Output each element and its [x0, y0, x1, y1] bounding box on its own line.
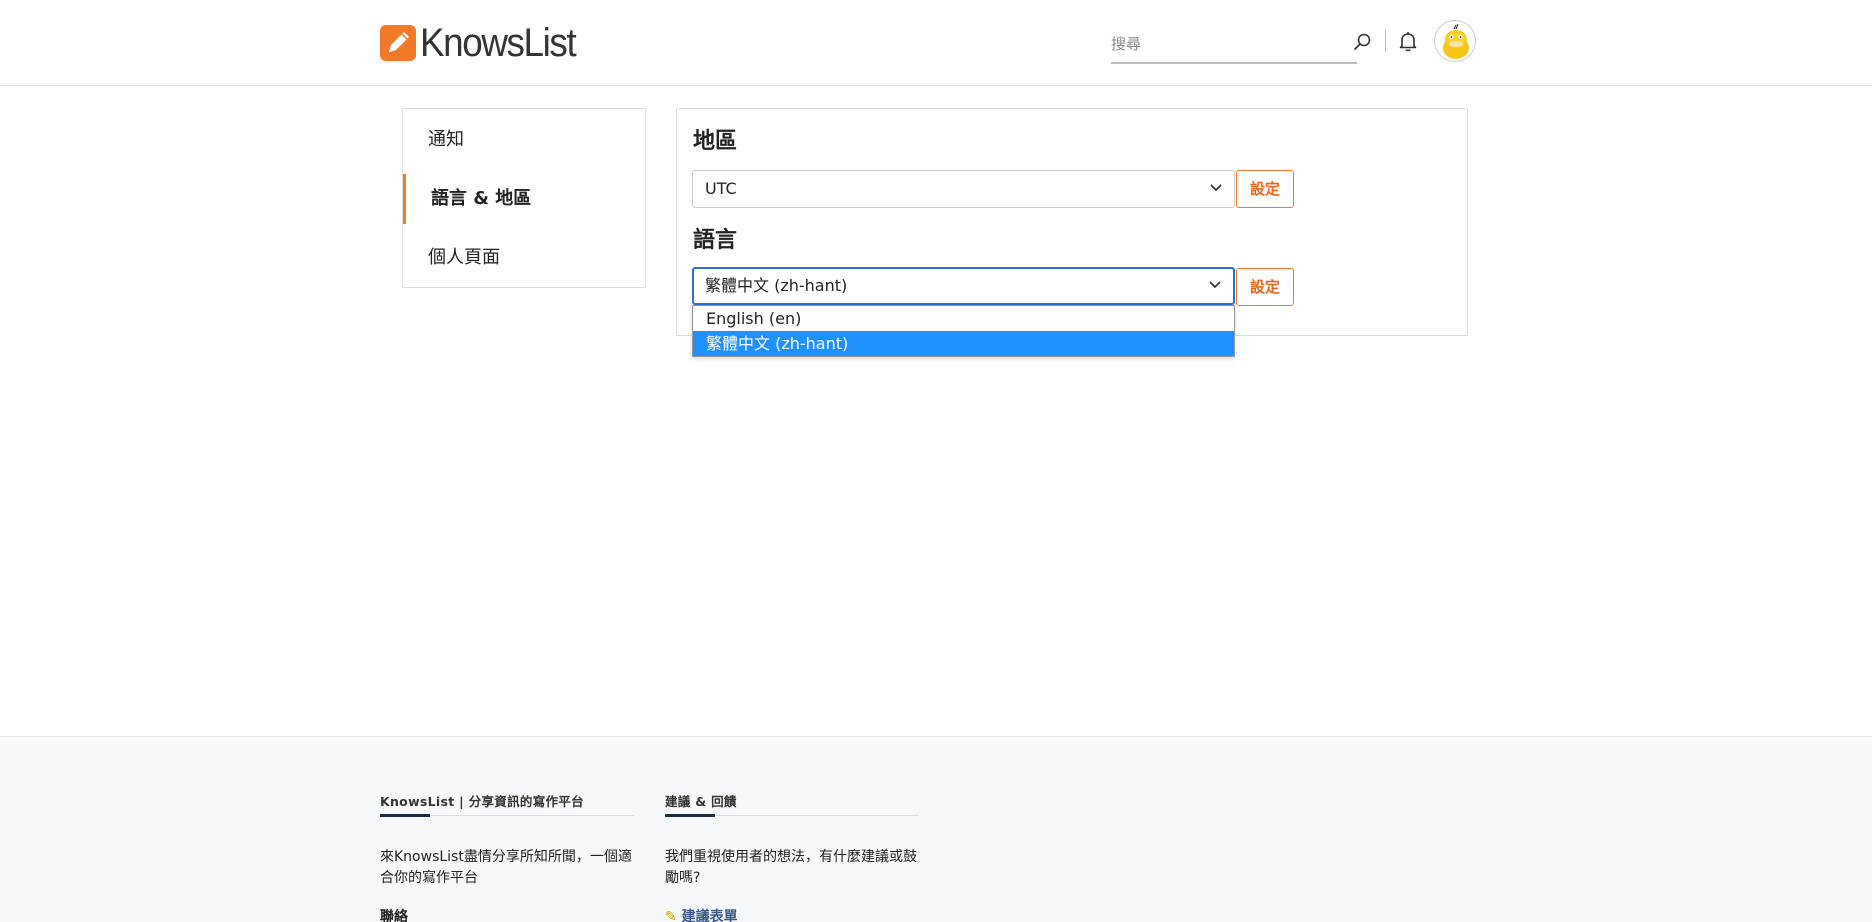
language-select-value: 繁體中文 (zh-hant): [705, 276, 848, 295]
footer-col2-text: 我們重視使用者的想法，有什麼建議或鼓勵嗎?: [665, 849, 917, 886]
feedback-form-link-label: 建議表單: [681, 909, 738, 922]
language-select[interactable]: 繁體中文 (zh-hant): [692, 267, 1235, 305]
bell-icon[interactable]: [1396, 29, 1420, 53]
sidebar-item-language-region[interactable]: 語言 & 地區: [403, 174, 645, 224]
language-option-zh-hant[interactable]: 繁體中文 (zh-hant): [693, 331, 1234, 356]
pencil-logo-icon: [380, 25, 416, 61]
footer-col1-text: 來KnowsList盡情分享所知所聞，一個適合你的寫作平台: [380, 849, 632, 886]
language-options-list: English (en) 繁體中文 (zh-hant): [692, 305, 1235, 357]
footer-col1-heading: KnowsList | 分享資訊的寫作平台: [380, 794, 584, 809]
chevron-down-icon: [1210, 184, 1222, 192]
search-icon[interactable]: [1352, 31, 1374, 53]
language-title: 語言: [693, 228, 738, 253]
search-box: [1111, 26, 1357, 64]
region-select-value: UTC: [705, 179, 737, 198]
settings-panel: 地區 UTC 設定 語言 繁體中文 (zh-hant) 設定: [676, 108, 1468, 336]
footer-col2-accent: [665, 814, 715, 817]
sidebar-item-profile[interactable]: 個人頁面: [403, 233, 645, 283]
region-select[interactable]: UTC: [692, 170, 1235, 208]
header-divider: [1385, 30, 1386, 52]
footer-col1-accent: [380, 814, 430, 817]
pencil-icon: ✎: [665, 909, 677, 922]
settings-sidebar: 通知 語言 & 地區 個人頁面: [402, 108, 646, 288]
sidebar-item-notifications[interactable]: 通知: [403, 115, 645, 165]
language-option-en[interactable]: English (en): [693, 306, 1234, 331]
duck-avatar-icon: [1436, 22, 1475, 61]
logo-text: KnowsList: [420, 21, 577, 65]
footer-contact-label: 聯絡: [380, 909, 408, 922]
footer-col2-heading: 建議 & 回饋: [665, 794, 737, 809]
footer: KnowsList | 分享資訊的寫作平台 來KnowsList盡情分享所知所聞…: [0, 736, 1872, 922]
top-header: KnowsList: [0, 0, 1872, 86]
region-title: 地區: [693, 129, 738, 154]
search-input[interactable]: [1111, 28, 1321, 60]
chevron-down-icon: [1209, 281, 1221, 289]
logo[interactable]: KnowsList: [380, 23, 589, 63]
feedback-form-link[interactable]: ✎ 建議表單: [665, 906, 738, 922]
language-set-button[interactable]: 設定: [1236, 268, 1294, 306]
avatar[interactable]: [1434, 20, 1476, 62]
region-set-button[interactable]: 設定: [1236, 170, 1294, 208]
